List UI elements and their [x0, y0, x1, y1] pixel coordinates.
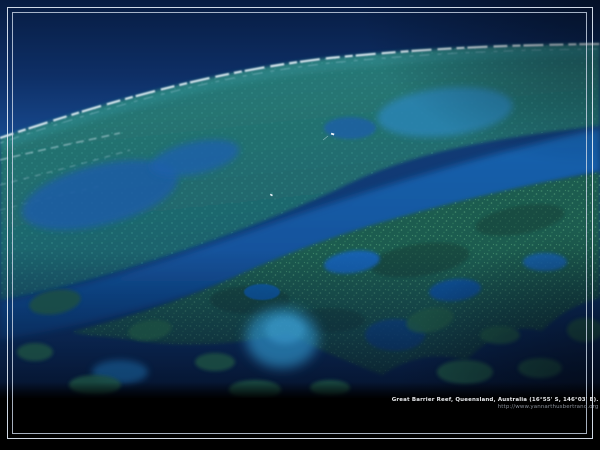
photo-caption: Great Barrier Reef, Queensland, Australi… [391, 396, 598, 410]
caption-url: http://www.yannarthusbertrand.org [391, 403, 598, 410]
reef-photo [0, 0, 600, 398]
caption-title: Great Barrier Reef, Queensland, Australi… [391, 396, 598, 403]
reef-aerial-photo-graphic [0, 0, 600, 398]
wallpaper: Great Barrier Reef, Queensland, Australi… [0, 0, 600, 450]
